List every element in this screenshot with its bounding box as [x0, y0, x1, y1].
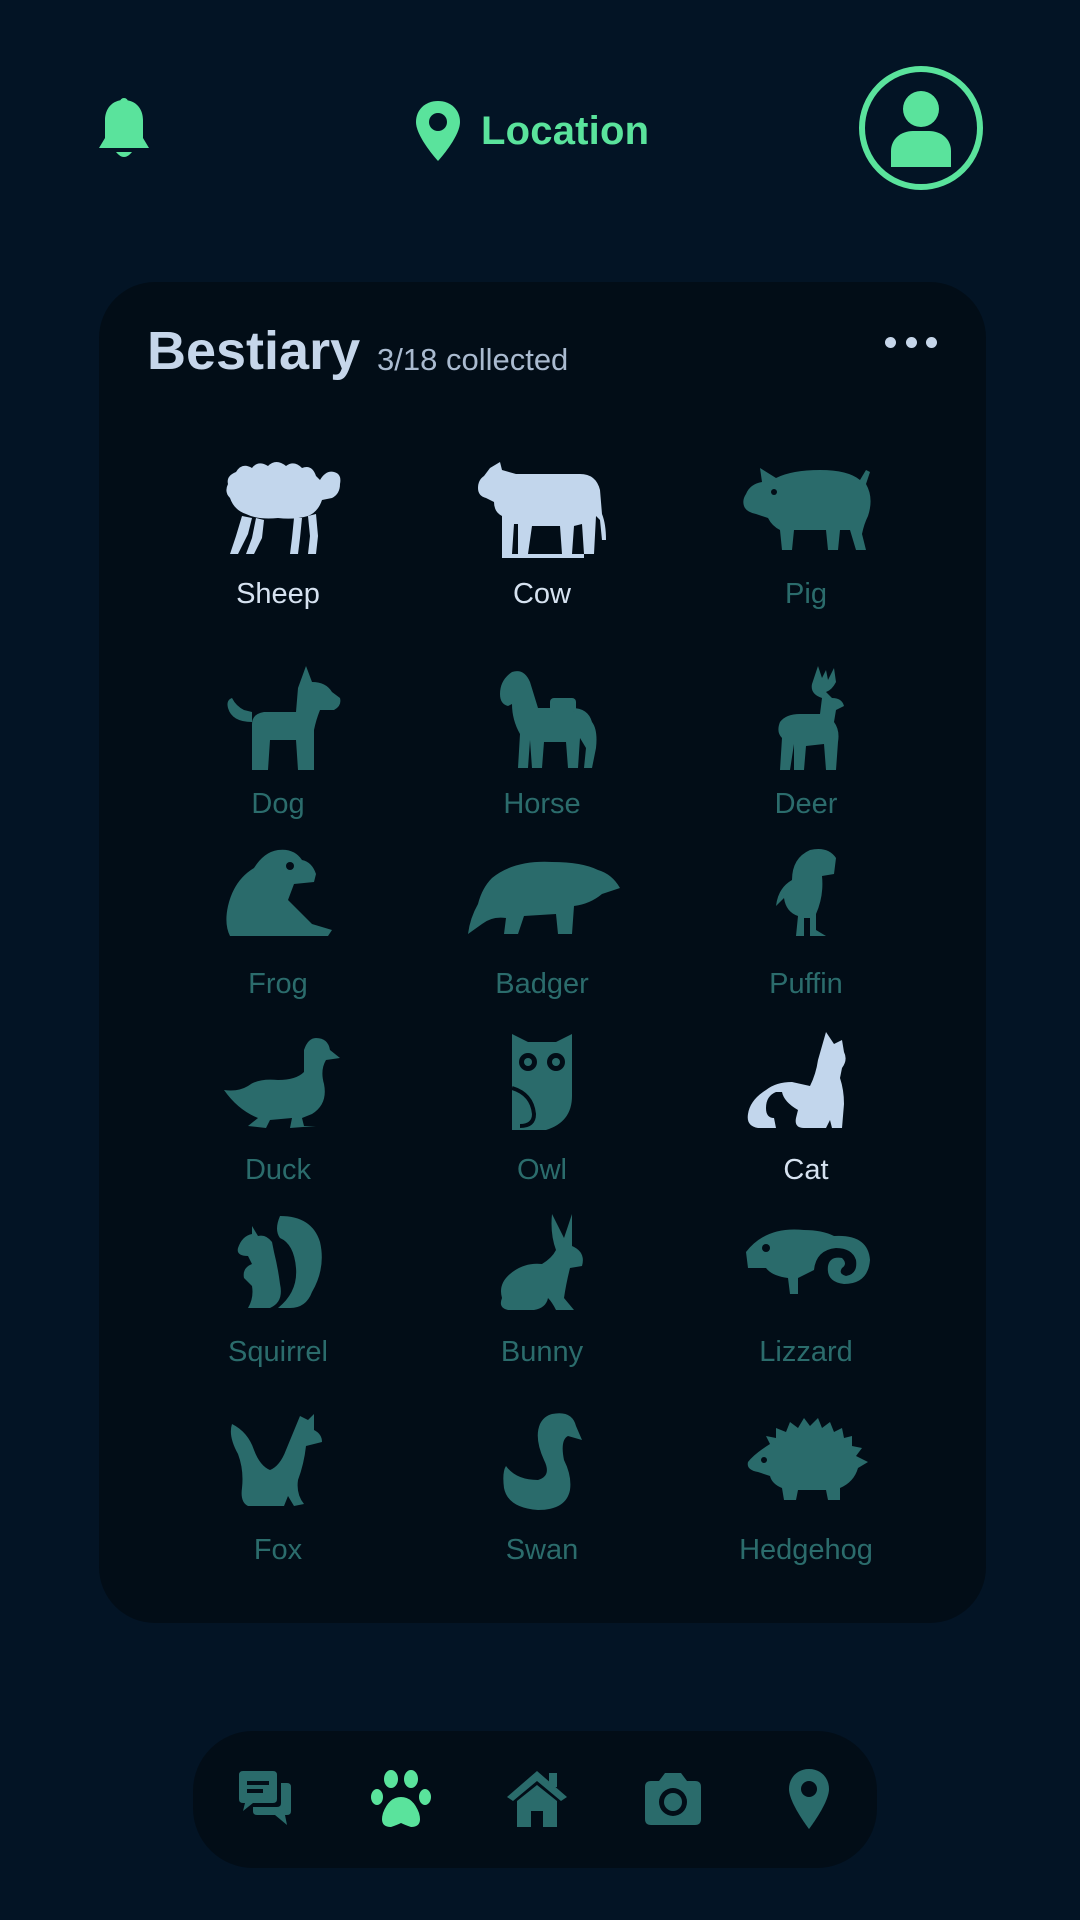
cow-icon	[478, 462, 606, 558]
nav-camera[interactable]	[641, 1767, 705, 1831]
animal-label: Cat	[783, 1154, 829, 1186]
animal-label: Sheep	[236, 578, 320, 610]
lizard-icon	[746, 1229, 870, 1294]
animal-label: Frog	[248, 968, 308, 1000]
bestiary-card: Bestiary 3/18 collected Sheep Cow Pig Do…	[99, 282, 986, 1623]
location-selector[interactable]: Location	[413, 98, 649, 164]
nav-chat[interactable]	[233, 1767, 297, 1831]
bottom-nav	[193, 1731, 877, 1868]
animal-fox[interactable]: Fox	[148, 1410, 408, 1600]
cat-icon	[747, 1032, 846, 1128]
pig-icon	[743, 468, 871, 550]
animal-bunny[interactable]: Bunny	[412, 1212, 672, 1402]
animal-pig[interactable]: Pig	[676, 454, 936, 644]
animal-cat[interactable]: Cat	[676, 1030, 936, 1220]
bunny-icon	[500, 1214, 583, 1310]
animal-puffin[interactable]: Puffin	[676, 844, 936, 1034]
frog-icon	[226, 849, 332, 936]
animal-swan[interactable]: Swan	[412, 1410, 672, 1600]
nav-bestiary[interactable]	[369, 1767, 433, 1831]
animal-cow[interactable]: Cow	[412, 454, 672, 644]
animal-label: Puffin	[769, 968, 843, 1000]
sheep-icon	[226, 462, 341, 554]
home-icon	[507, 1771, 567, 1827]
top-bar: Location	[0, 0, 1080, 260]
animal-label: Squirrel	[228, 1336, 328, 1368]
swan-icon	[503, 1413, 582, 1510]
animal-horse[interactable]: Horse	[412, 664, 672, 854]
duck-icon	[224, 1038, 340, 1128]
animal-label: Fox	[253, 1534, 303, 1566]
map-pin-icon	[416, 101, 460, 161]
animal-sheep[interactable]: Sheep	[148, 454, 408, 644]
nav-map[interactable]	[777, 1767, 841, 1831]
animal-label: Deer	[774, 788, 838, 820]
nav-home[interactable]	[505, 1767, 569, 1831]
animal-dog[interactable]: Dog	[148, 664, 408, 854]
bestiary-screen: Location Bestiary 3/18 collected Sheep C…	[0, 0, 1080, 1920]
animal-label: Horse	[503, 788, 581, 820]
animal-hedgehog[interactable]: Hedgehog	[676, 1410, 936, 1600]
fox-icon	[230, 1414, 322, 1506]
animal-squirrel[interactable]: Squirrel	[148, 1212, 408, 1402]
animal-label: Duck	[244, 1154, 312, 1186]
squirrel-icon	[237, 1216, 322, 1308]
camera-icon	[645, 1773, 701, 1825]
horse-icon	[500, 671, 597, 768]
animal-label: Bunny	[500, 1336, 584, 1368]
chat-icon	[239, 1771, 291, 1825]
user-icon	[891, 91, 951, 167]
puffin-icon	[776, 849, 836, 936]
animal-label: Lizzard	[759, 1336, 853, 1368]
avatar[interactable]	[859, 66, 983, 190]
dog-icon	[227, 666, 341, 770]
animal-lizzard[interactable]: Lizzard	[676, 1212, 936, 1402]
paw-icon	[371, 1770, 431, 1827]
animal-label: Swan	[505, 1534, 579, 1566]
animal-badger[interactable]: Badger	[412, 844, 672, 1034]
animal-frog[interactable]: Frog	[148, 844, 408, 1034]
location-label: Location	[481, 108, 650, 153]
animal-label: Pig	[785, 578, 827, 610]
map-pin-icon	[789, 1769, 829, 1829]
hedgehog-icon	[747, 1418, 868, 1500]
animal-owl[interactable]: Owl	[412, 1030, 672, 1220]
badger-icon	[468, 861, 620, 934]
animal-label: Dog	[251, 788, 305, 820]
animal-deer[interactable]: Deer	[676, 664, 936, 854]
owl-icon	[511, 1034, 572, 1130]
animal-grid: Sheep Cow Pig Dog Horse Deer Frog Badger…	[99, 282, 986, 1623]
deer-icon	[778, 666, 844, 770]
bell-icon[interactable]	[96, 98, 152, 164]
animal-label: Owl	[517, 1154, 567, 1186]
animal-label: Badger	[495, 968, 589, 1000]
animal-duck[interactable]: Duck	[148, 1030, 408, 1220]
animal-label: Hedgehog	[739, 1534, 873, 1566]
animal-label: Cow	[512, 578, 571, 610]
